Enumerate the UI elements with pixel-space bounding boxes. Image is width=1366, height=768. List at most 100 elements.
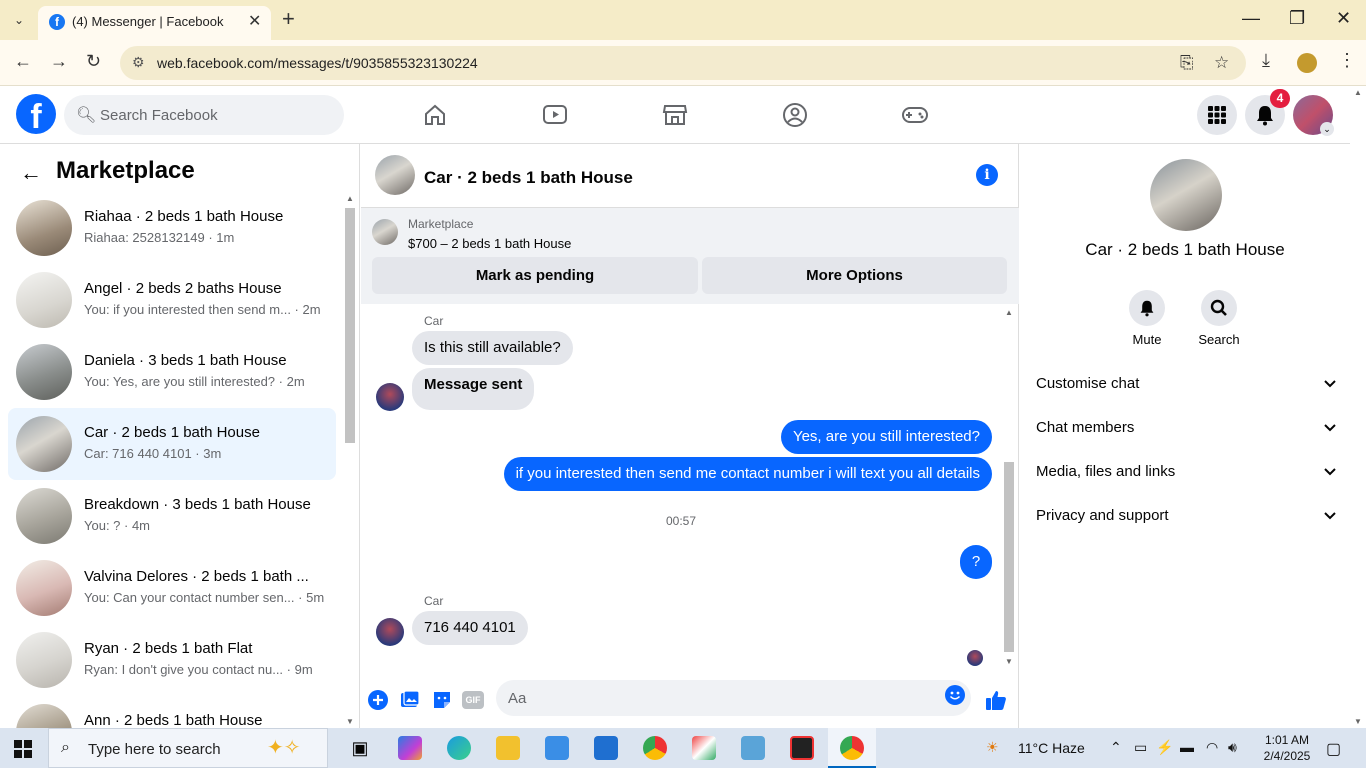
taskbar-search[interactable]: ⌕ Type here to search ✦✧	[48, 728, 328, 768]
outgoing-message[interactable]: if you interested then send me contact n…	[503, 457, 992, 491]
facebook-logo-icon[interactable]: f	[16, 94, 56, 134]
battery-icon[interactable]: ▬	[1180, 739, 1194, 755]
conversation-item-active[interactable]: Car · 2 beds 1 bath House Car: 716 440 4…	[8, 408, 336, 480]
bookmark-star-icon[interactable]: ☆	[1214, 53, 1229, 73]
install-app-icon[interactable]: ⎘	[1180, 53, 1194, 73]
conversation-preview: Ryan: I don't give you contact nu... · 9…	[84, 662, 313, 677]
wifi-icon[interactable]: ◠	[1206, 739, 1218, 756]
account-chevron-icon[interactable]: ⌄	[1320, 122, 1334, 136]
mute-button[interactable]: Mute	[1117, 290, 1177, 347]
chevron-down-icon	[1324, 507, 1336, 524]
info-icon[interactable]: i	[976, 164, 998, 186]
back-arrow-icon[interactable]: ←	[20, 160, 42, 186]
scrollbar-thumb[interactable]	[1004, 462, 1014, 652]
incoming-message[interactable]: 716 440 4101	[412, 611, 528, 645]
message-input[interactable]	[508, 680, 928, 716]
conversation-name: Ann · 2 beds 1 bath House	[84, 712, 263, 728]
app-icon[interactable]	[692, 736, 716, 760]
listing-price-title[interactable]: $700 – 2 beds 1 bath House	[408, 236, 571, 251]
chat-members-section[interactable]: Chat members	[1036, 406, 1336, 450]
mail-icon[interactable]	[594, 736, 618, 760]
task-view-icon[interactable]: ▣	[348, 736, 372, 760]
page-scrollbar[interactable]: ▲ ▼	[1350, 86, 1366, 728]
windows-start-icon[interactable]	[14, 740, 32, 758]
window-close-icon[interactable]: ✕	[1336, 8, 1351, 29]
weather-text[interactable]: 11°C Haze	[1018, 740, 1085, 756]
scrollbar-thumb[interactable]	[345, 208, 355, 443]
media-files-links-section[interactable]: Media, files and links	[1036, 450, 1336, 494]
volume-icon[interactable]: 🔊︎	[1228, 739, 1237, 756]
copilot-icon[interactable]	[398, 736, 422, 760]
forward-icon[interactable]: →	[50, 51, 68, 72]
search-in-chat-button[interactable]: Search	[1189, 290, 1249, 347]
restore-icon[interactable]: ❐	[1289, 8, 1305, 29]
like-thumbs-up-icon[interactable]	[984, 688, 1008, 712]
conversation-item[interactable]: Breakdown · 3 beds 1 bath House You: ? ·…	[8, 480, 336, 552]
downloads-icon[interactable]: ⤓	[1262, 50, 1270, 71]
thread-scrollbar[interactable]: ▲ ▼	[1002, 308, 1016, 666]
browser-menu-icon[interactable]: ⋮	[1338, 50, 1356, 71]
omnibox[interactable]: ⚙ web.facebook.com/messages/t/9035855323…	[120, 46, 1246, 80]
reload-icon[interactable]: ↻	[86, 51, 101, 72]
more-options-button[interactable]: More Options	[702, 257, 1007, 294]
menu-grid-icon[interactable]	[1197, 95, 1237, 135]
sender-avatar[interactable]	[376, 383, 404, 411]
conversation-item[interactable]: Daniela · 3 beds 1 bath House You: Yes, …	[8, 336, 336, 408]
conversation-item[interactable]: Ryan · 2 beds 1 bath Flat Ryan: I don't …	[8, 624, 336, 696]
url-text[interactable]: web.facebook.com/messages/t/903585532313…	[157, 55, 478, 71]
tab-close-icon[interactable]: ✕	[248, 11, 261, 31]
site-info-icon[interactable]: ⚙	[132, 54, 145, 71]
incoming-message[interactable]: Is this still available?	[412, 331, 573, 365]
privacy-support-section[interactable]: Privacy and support	[1036, 494, 1336, 538]
back-icon[interactable]: ←	[14, 51, 32, 72]
conversation-item[interactable]: Valvina Delores · 2 beds 1 bath ... You:…	[8, 552, 336, 624]
facebook-search-input[interactable]	[100, 95, 330, 135]
browser-tab[interactable]: f (4) Messenger | Facebook ✕	[38, 6, 271, 40]
chat-info-avatar[interactable]	[1150, 159, 1222, 231]
conversation-item[interactable]: Angel · 2 beds 2 baths House You: if you…	[8, 264, 336, 336]
conversation-name: Car · 2 beds 1 bath House	[84, 424, 260, 441]
message-input-box[interactable]	[496, 680, 971, 716]
app-icon[interactable]	[741, 736, 765, 760]
edge-icon[interactable]	[447, 736, 471, 760]
marketplace-nav-icon[interactable]	[660, 100, 690, 130]
gif-icon[interactable]: GIF	[462, 691, 484, 709]
new-tab-icon[interactable]: +	[282, 6, 295, 32]
groups-nav-icon[interactable]	[780, 100, 810, 130]
active-chrome-taskbar-button[interactable]	[828, 728, 876, 768]
mark-as-pending-button[interactable]: Mark as pending	[372, 257, 698, 294]
minimize-icon[interactable]: —	[1242, 8, 1260, 29]
customise-chat-section[interactable]: Customise chat	[1036, 362, 1336, 406]
facebook-search[interactable]: 🔍︎	[64, 95, 344, 135]
incoming-message[interactable]: Message sent	[412, 368, 535, 410]
video-nav-icon[interactable]	[540, 100, 570, 130]
home-nav-icon[interactable]	[420, 100, 450, 130]
browser-profile-icon[interactable]	[1297, 53, 1317, 73]
section-label: Privacy and support	[1036, 507, 1169, 524]
chat-title[interactable]: Car · 2 beds 1 bath House	[424, 168, 633, 188]
clock[interactable]: 1:01 AM 2/4/2025	[1254, 732, 1320, 764]
sender-avatar[interactable]	[376, 618, 404, 646]
chevron-up-icon[interactable]: ⌃	[1110, 739, 1122, 756]
photo-icon[interactable]	[398, 688, 422, 712]
chrome-icon[interactable]	[643, 736, 667, 760]
conversation-item[interactable]: Ann · 2 beds 1 bath House	[8, 696, 336, 728]
tray-icon[interactable]: ▭	[1134, 739, 1147, 756]
recorder-icon[interactable]	[790, 736, 814, 760]
sticker-icon[interactable]	[430, 688, 454, 712]
chevron-down-icon	[1324, 419, 1336, 436]
outgoing-message[interactable]: Yes, are you still interested?	[780, 420, 992, 454]
file-explorer-icon[interactable]	[496, 736, 520, 760]
gaming-nav-icon[interactable]	[900, 100, 930, 130]
tray-icon[interactable]: ⚡	[1156, 739, 1173, 756]
conversation-item[interactable]: Riahaa · 2 beds 1 bath House Riahaa: 252…	[8, 192, 336, 264]
chat-avatar[interactable]	[375, 155, 415, 195]
tab-search-dropdown-icon[interactable]: ⌄	[8, 9, 30, 31]
emoji-icon[interactable]	[945, 685, 965, 705]
notification-center-icon[interactable]: ▢	[1326, 739, 1341, 759]
store-icon[interactable]	[545, 736, 569, 760]
outgoing-message[interactable]: ?	[960, 545, 992, 579]
add-plus-icon[interactable]	[366, 688, 390, 712]
conversation-list-scrollbar[interactable]: ▲ ▼	[343, 192, 357, 728]
weather-icon[interactable]: ☀	[986, 739, 999, 756]
